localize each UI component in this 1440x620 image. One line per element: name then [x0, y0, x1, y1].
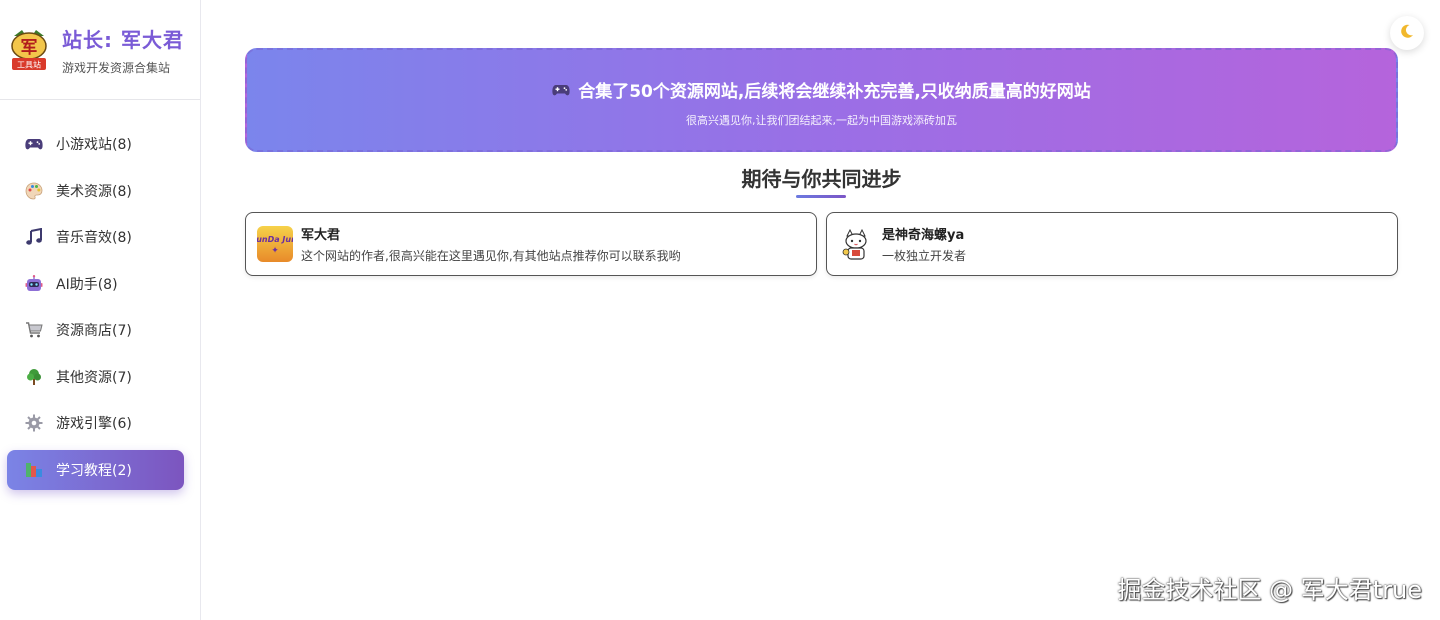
sidebar-item-label: 资源商店(7) — [56, 323, 132, 339]
sidebar-item-label: AI助手(8) — [56, 276, 118, 293]
books-icon — [24, 460, 44, 480]
sidebar-item-game-engines[interactable]: 游戏引擎(6) — [7, 403, 184, 443]
sidebar-item-other-resources[interactable]: 其他资源(7) — [7, 357, 184, 397]
gamepad-icon — [552, 83, 570, 97]
sidebar-item-mini-games[interactable]: 小游戏站(8) — [7, 124, 184, 164]
card-name: 军大君 — [301, 228, 341, 243]
site-title: 站长: 军大君 — [62, 27, 184, 52]
site-subtitle: 游戏开发资源合集站 — [62, 60, 171, 75]
card-name: 是神奇海螺ya — [882, 228, 965, 243]
sidebar-item-asset-store[interactable]: 资源商店(7) — [7, 310, 184, 350]
sidebar: 军 工具站 站长: 军大君 游戏开发资源合集站 小游戏站(8) 美术资源(8) — [0, 0, 201, 620]
gamepad-icon — [24, 134, 44, 154]
sidebar-nav: 小游戏站(8) 美术资源(8) 音乐音效(8) AI助手(8) 资源商店(7) — [0, 100, 200, 490]
card-description: 这个网站的作者,很高兴能在这里遇见你,有其他站点推荐你可以联系我哟 — [301, 249, 681, 263]
tree-icon — [24, 367, 44, 387]
sidebar-item-music-sfx[interactable]: 音乐音效(8) — [7, 217, 184, 257]
watermark: 掘金技术社区 @ 军大君true — [1117, 576, 1422, 604]
music-note-icon — [24, 227, 44, 247]
banner-headline: 合集了50个资源网站,后续将会继续补充完善,只收纳质量高的好网站 — [578, 82, 1091, 102]
robot-icon — [24, 274, 44, 294]
gear-icon — [24, 413, 44, 433]
sidebar-item-tutorials[interactable]: 学习教程(2) — [7, 449, 184, 490]
site-logo[interactable]: 军 工具站 — [8, 28, 50, 72]
card-description: 一枚独立开发者 — [882, 249, 967, 263]
sidebar-item-label: 音乐音效(8) — [56, 230, 132, 246]
developer-card[interactable]: 是神奇海螺ya 一枚独立开发者 — [826, 212, 1398, 276]
sidebar-item-label: 其他资源(7) — [56, 369, 132, 386]
author-card[interactable]: JunDa Jun ✦ 军大君 这个网站的作者,很高兴能在这里遇见你,有其他站点… — [245, 212, 817, 276]
theme-toggle-button[interactable] — [1390, 16, 1424, 50]
announcement-banner: 合集了50个资源网站,后续将会继续补充完善,只收纳质量高的好网站 很高兴遇见你,… — [245, 48, 1398, 152]
sidebar-item-label: 学习教程(2) — [56, 462, 132, 479]
sidebar-item-label: 小游戏站(8) — [56, 137, 132, 153]
palette-icon — [24, 181, 44, 201]
banner-subtext: 很高兴遇见你,让我们团结起来,一起为中国游戏添砖加瓦 — [686, 114, 957, 127]
developer-avatar — [838, 226, 874, 262]
svg-text:✦: ✦ — [271, 246, 279, 256]
sidebar-item-art-resources[interactable]: 美术资源(8) — [7, 171, 184, 211]
sidebar-item-label: 游戏引擎(6) — [56, 416, 132, 432]
logo-glyph: 军 — [21, 38, 38, 58]
section-title-underline — [796, 195, 846, 198]
author-avatar: JunDa Jun ✦ — [257, 226, 293, 262]
section-title: 期待与你共同进步 — [741, 167, 902, 191]
sidebar-item-label: 美术资源(8) — [56, 183, 132, 200]
sidebar-item-ai-assistant[interactable]: AI助手(8) — [7, 264, 184, 304]
logo-caption: 工具站 — [17, 59, 41, 69]
shopping-cart-icon — [24, 320, 44, 340]
moon-icon — [1399, 23, 1415, 44]
avatar-text: JunDa Jun — [257, 235, 293, 244]
brand-header[interactable]: 军 工具站 站长: 军大君 游戏开发资源合集站 — [0, 0, 200, 100]
